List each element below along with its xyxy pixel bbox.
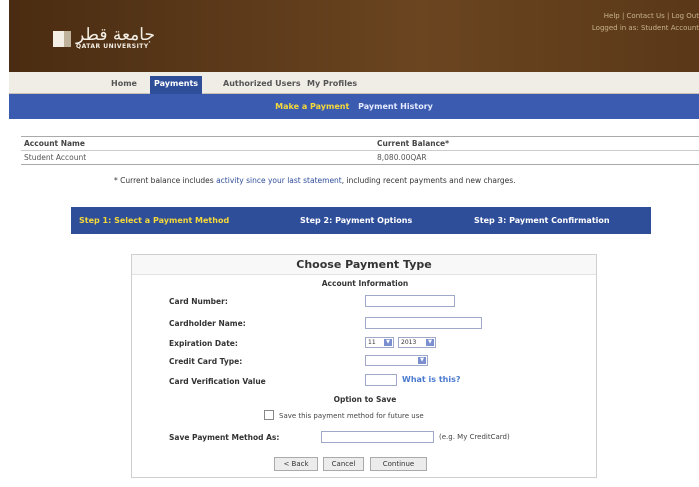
expiration-date-label: Expiration Date:: [169, 339, 238, 348]
save-payment-checkbox[interactable]: [264, 410, 274, 420]
expiration-year-select[interactable]: 2013 ▼: [398, 337, 436, 348]
header-banner: جامعة قطر QATAR UNIVERSITY Help | Contac…: [9, 0, 699, 72]
top-links-line1[interactable]: Help | Contact Us | Log Out: [539, 10, 699, 22]
save-payment-checkbox-label: Save this payment method for future use: [279, 412, 424, 420]
section-option-to-save: Option to Save: [333, 395, 397, 404]
expiration-month-select[interactable]: 11 ▼: [365, 337, 394, 348]
save-method-hint: (e.g. My CreditCard): [439, 433, 510, 441]
step-3-label: Step 3: Payment Confirmation: [474, 216, 610, 225]
balance-note: * Current balance includes activity sinc…: [114, 176, 516, 185]
logo-english-text: QATAR UNIVERSITY: [76, 43, 149, 50]
column-header-current-balance: Current Balance*: [374, 136, 699, 151]
card-number-input[interactable]: [365, 295, 455, 307]
table-header-row: Account Name Current Balance*: [21, 136, 699, 151]
payment-steps-bar: Step 1: Select a Payment Method Step 2: …: [71, 207, 651, 234]
chevron-down-icon: ▼: [384, 339, 392, 346]
subnav-payment-history[interactable]: Payment History: [358, 102, 433, 111]
cardholder-name-input[interactable]: [365, 317, 482, 329]
credit-card-type-label: Credit Card Type:: [169, 357, 243, 366]
tab-my-profiles[interactable]: My Profiles: [303, 76, 361, 94]
cancel-button[interactable]: Cancel: [323, 457, 364, 471]
activity-link[interactable]: activity since your last statement: [216, 176, 342, 185]
step-1-label: Step 1: Select a Payment Method: [79, 216, 230, 225]
chevron-down-icon: ▼: [426, 339, 434, 346]
column-header-account-name: Account Name: [21, 136, 374, 151]
table-row: Student Account 8,080.00QAR: [21, 150, 699, 165]
section-account-information: Account Information: [321, 279, 409, 288]
logo-arabic-text: جامعة قطر: [76, 25, 155, 45]
top-links-line2: Logged in as: Student Account: [591, 24, 699, 32]
back-button[interactable]: < Back: [274, 457, 318, 471]
what-is-this-link[interactable]: What is this?: [402, 375, 460, 384]
card-verification-label: Card Verification Value: [169, 377, 266, 386]
payment-type-panel: Choose Payment Type Account Information …: [131, 254, 597, 478]
card-number-label: Card Number:: [169, 297, 228, 306]
logo-emblem-icon: [53, 30, 71, 47]
note-prefix: * Current balance includes: [114, 176, 217, 185]
top-links: Help | Contact Us | Log Out Logged in as…: [539, 10, 699, 34]
balance-cell: 8,080.00QAR: [374, 150, 699, 165]
note-suffix: , including recent payments and new char…: [341, 176, 516, 185]
card-verification-input[interactable]: [365, 374, 397, 386]
cardholder-name-label: Cardholder Name:: [169, 319, 246, 328]
step-2-label: Step 2: Payment Options: [300, 216, 413, 225]
university-logo[interactable]: جامعة قطر QATAR UNIVERSITY: [53, 27, 155, 50]
continue-button[interactable]: Continue: [370, 457, 427, 471]
tab-payments[interactable]: Payments: [150, 76, 203, 94]
tab-home[interactable]: Home: [107, 76, 141, 94]
exp-month-value: 11: [368, 339, 376, 346]
tab-authorized-users[interactable]: Authorized Users: [219, 76, 305, 94]
subnav-make-payment[interactable]: Make a Payment: [275, 102, 349, 111]
account-name-cell: Student Account: [21, 150, 374, 165]
save-method-as-input[interactable]: [321, 431, 434, 443]
main-tab-bar: Home Payments Authorized Users My Profil…: [9, 72, 699, 94]
payments-subnav: Make a Payment Payment History: [9, 94, 699, 119]
credit-card-type-select[interactable]: ▼: [365, 355, 428, 366]
account-table: Account Name Current Balance* Student Ac…: [21, 136, 699, 165]
save-method-as-label: Save Payment Method As:: [169, 433, 280, 442]
exp-year-value: 2013: [401, 339, 417, 346]
chevron-down-icon: ▼: [418, 357, 426, 364]
panel-title: Choose Payment Type: [132, 255, 596, 275]
